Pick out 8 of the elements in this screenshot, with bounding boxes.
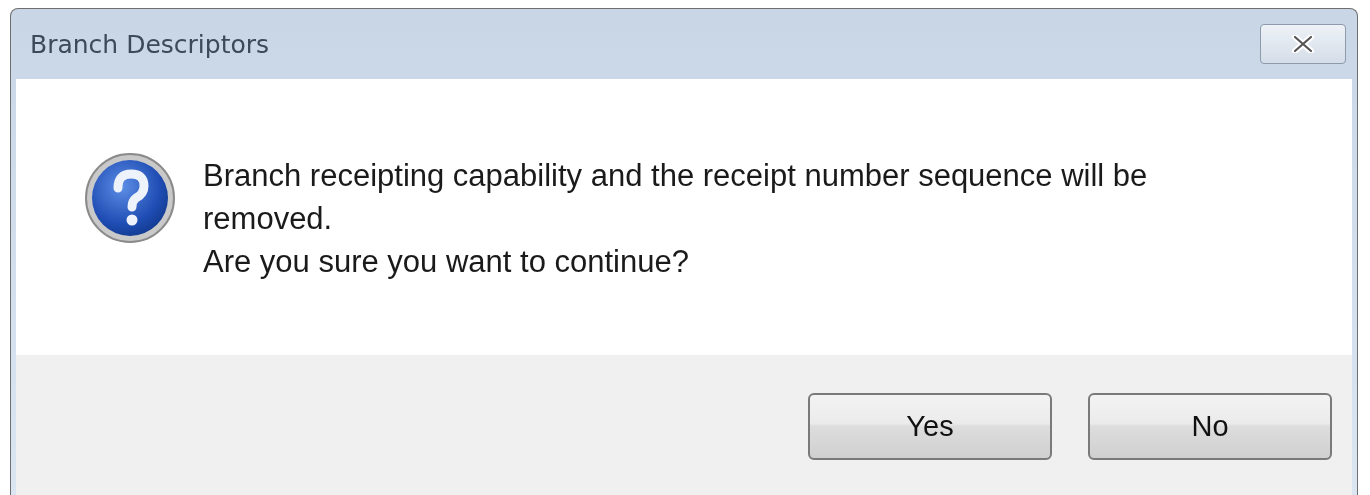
no-button[interactable]: No	[1088, 393, 1332, 460]
yes-button[interactable]: Yes	[808, 393, 1052, 460]
message-text: Are you sure you want to continue?	[203, 243, 690, 281]
window-title: Branch Descriptors	[30, 29, 270, 59]
question-icon	[84, 152, 176, 244]
close-button[interactable]	[1260, 24, 1346, 64]
close-icon	[1290, 35, 1316, 53]
message-text: Branch receipting capability and the receipt number sequence will be removed.	[203, 157, 1149, 238]
